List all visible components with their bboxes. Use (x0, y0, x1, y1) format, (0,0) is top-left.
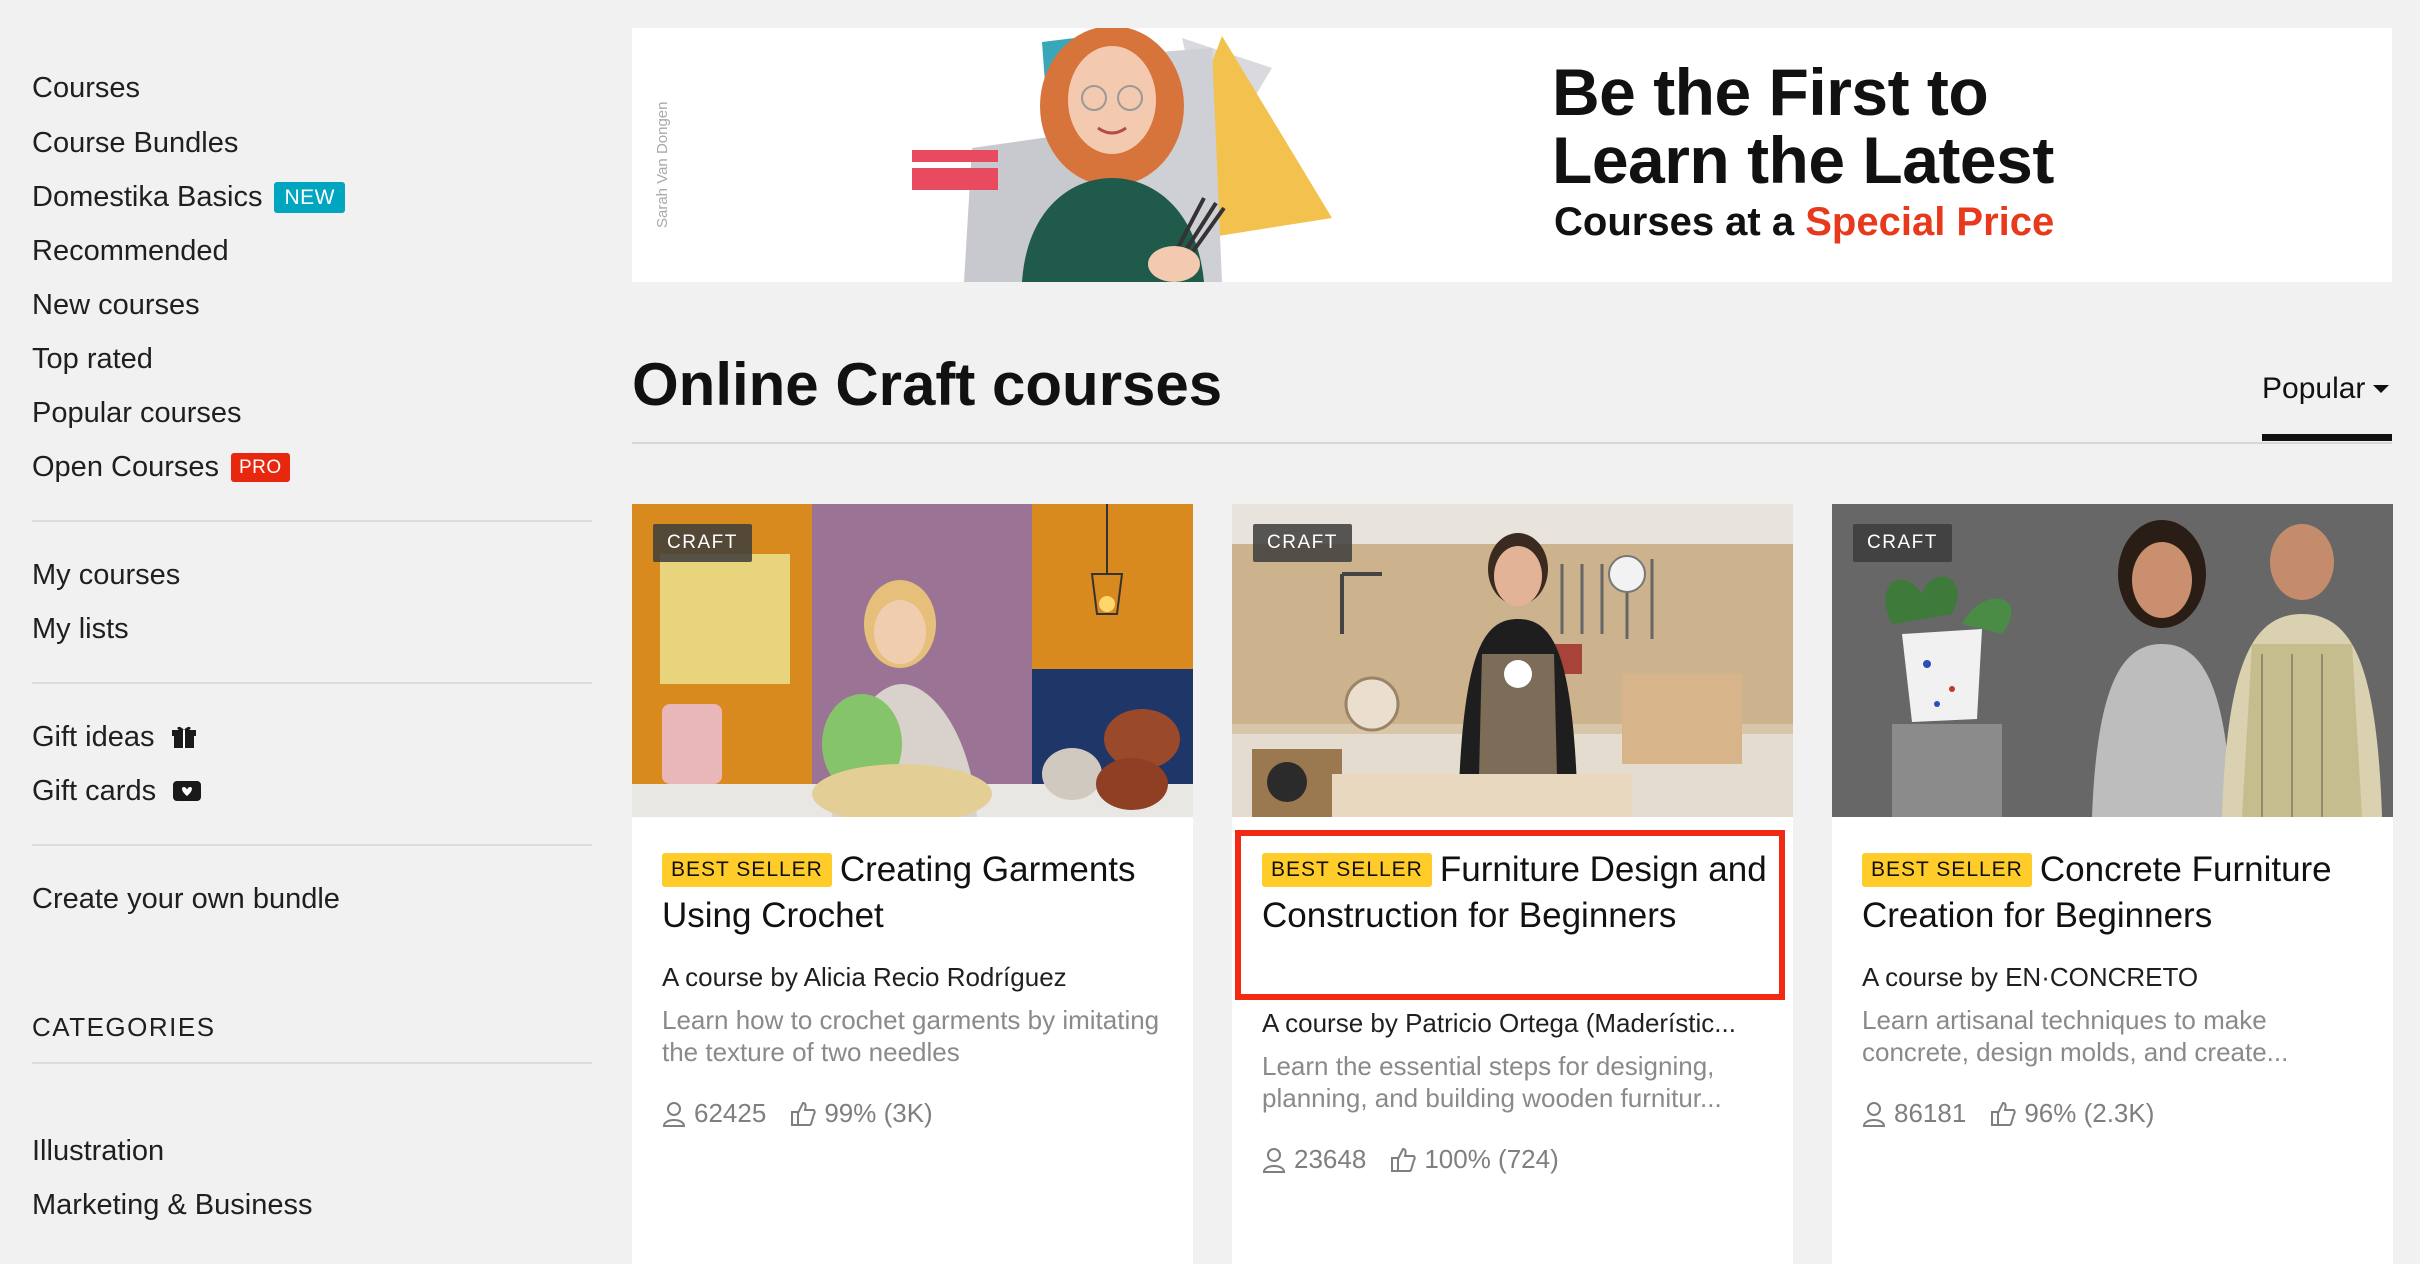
thumbs-up-icon (791, 1101, 816, 1126)
sidebar-item-label: Marketing & Business (32, 1188, 313, 1221)
sidebar-item-recommended[interactable]: Recommended (32, 231, 229, 271)
sidebar-item-new-courses[interactable]: New courses (32, 285, 200, 325)
sidebar-item-domestika-basics[interactable]: Domestika Basics NEW (32, 177, 345, 217)
gift-icon (171, 724, 197, 750)
sidebar-item-label: Illustration (32, 1134, 165, 1167)
promo-banner[interactable]: Sarah Van Dongen Be the First to Learn t… (632, 28, 2392, 282)
sidebar-item-label: My courses (32, 558, 181, 591)
rating-value: 100% (724) (1424, 1144, 1559, 1174)
rating-stat: 100% (724) (1390, 1144, 1559, 1175)
sidebar-item-courses[interactable]: Courses (32, 68, 140, 108)
students-stat: 62425 (662, 1098, 766, 1129)
sidebar-item-label: Create your own bundle (32, 882, 340, 915)
sidebar-item-top-rated[interactable]: Top rated (32, 339, 153, 379)
pro-badge: PRO (231, 452, 290, 482)
thumbs-up-icon (1391, 1147, 1416, 1172)
course-author[interactable]: A course by Patricio Ortega (Maderístic.… (1262, 1008, 1777, 1039)
course-description: Learn how to crochet garments by imitati… (662, 1005, 1160, 1067)
banner-subheadline: Courses at a Special Price (1554, 200, 2054, 245)
caret-down-icon (2373, 385, 2390, 393)
sort-active-indicator (2262, 434, 2392, 441)
sidebar-item-label: Course Bundles (32, 126, 239, 159)
course-thumbnail[interactable]: CRAFT (1832, 504, 2393, 817)
user-icon (1262, 1147, 1286, 1173)
sidebar-item-label: Top rated (32, 342, 153, 375)
course-author[interactable]: A course by Alicia Recio Rodríguez (662, 962, 1177, 993)
sidebar-divider (32, 682, 592, 684)
rating-stat: 99% (3K) (790, 1098, 933, 1129)
banner-sub-prefix: Courses at a (1554, 200, 1795, 244)
sidebar-item-create-bundle[interactable]: Create your own bundle (32, 879, 340, 919)
user-icon (1862, 1101, 1886, 1127)
title-divider (632, 442, 2392, 444)
course-title[interactable]: BEST SELLER Furniture Design and Construc… (1262, 847, 1772, 939)
sidebar-item-label: Courses (32, 71, 140, 104)
banner-headline-line2: Learn the Latest (1552, 123, 2054, 197)
sidebar-item-label: New courses (32, 288, 200, 321)
banner-sub-accent: Special Price (1805, 200, 2055, 244)
students-count: 86181 (1894, 1098, 1967, 1128)
course-description: Learn artisanal techniques to make concr… (1862, 1005, 2289, 1067)
course-stats: 86181 96% (2.3K) (1862, 1098, 2154, 1129)
sidebar-item-label: Open Courses (32, 450, 219, 483)
banner-headline: Be the First to Learn the Latest (1552, 58, 2054, 194)
students-stat: 86181 (1862, 1098, 1966, 1129)
course-author[interactable]: A course by EN·CONCRETO (1862, 962, 2377, 993)
sidebar-item-label: Gift cards (32, 774, 157, 807)
sidebar-item-label: Recommended (32, 234, 229, 267)
best-seller-badge: BEST SELLER (1862, 853, 2032, 887)
gift-card-icon (172, 779, 202, 803)
sidebar-item-illustration[interactable]: Illustration (32, 1131, 164, 1171)
banner-illustration (912, 28, 1332, 282)
students-count: 62425 (694, 1098, 767, 1128)
category-tag: CRAFT (1853, 524, 1952, 562)
rating-value: 99% (3K) (824, 1098, 933, 1128)
sidebar-item-popular-courses[interactable]: Popular courses (32, 393, 242, 433)
page-title: Online Craft courses (632, 351, 1223, 418)
sidebar-item-open-courses[interactable]: Open Courses PRO (32, 447, 290, 487)
students-count: 23648 (1294, 1144, 1367, 1174)
course-stats: 62425 99% (3K) (662, 1098, 933, 1129)
sidebar-item-label: My lists (32, 612, 129, 645)
sidebar: Courses Course Bundles Domestika Basics N… (0, 0, 610, 1246)
sort-dropdown[interactable]: Popular (2262, 372, 2390, 406)
rating-stat: 96% (2.3K) (1990, 1098, 2154, 1129)
course-stats: 23648 100% (724) (1262, 1144, 1559, 1175)
categories-title: CATEGORIES (32, 1012, 216, 1042)
sidebar-item-my-lists[interactable]: My lists (32, 609, 129, 649)
sort-label: Popular (2262, 372, 2366, 405)
sidebar-divider (32, 520, 592, 522)
students-stat: 23648 (1262, 1144, 1366, 1175)
course-description: Learn the essential steps for designing,… (1262, 1051, 1722, 1113)
sidebar-item-label: Popular courses (32, 396, 242, 429)
best-seller-badge: BEST SELLER (1262, 853, 1432, 887)
course-card[interactable]: CRAFT BEST SELLER Furniture Design and Co… (1232, 504, 1793, 1264)
banner-photo-credit: Sarah Van Dongen (654, 101, 671, 228)
course-title[interactable]: BEST SELLER Creating Garments Using Croch… (662, 847, 1172, 939)
course-thumbnail[interactable]: CRAFT (632, 504, 1193, 817)
course-card[interactable]: CRAFT BEST SELLER Creating Garments Using… (632, 504, 1193, 1264)
course-thumbnail[interactable]: CRAFT (1232, 504, 1793, 817)
new-badge: NEW (274, 181, 345, 213)
best-seller-badge: BEST SELLER (662, 853, 832, 887)
banner-headline-line1: Be the First to (1552, 55, 1989, 129)
course-title[interactable]: BEST SELLER Concrete Furniture Creation f… (1862, 847, 2372, 939)
categories-divider (32, 1062, 592, 1064)
sidebar-item-course-bundles[interactable]: Course Bundles (32, 123, 238, 163)
sidebar-divider (32, 844, 592, 846)
sidebar-item-marketing-business[interactable]: Marketing & Business (32, 1185, 312, 1225)
sidebar-item-gift-cards[interactable]: Gift cards (32, 771, 202, 811)
category-tag: CRAFT (1253, 524, 1352, 562)
sidebar-item-gift-ideas[interactable]: Gift ideas (32, 717, 197, 757)
sidebar-item-my-courses[interactable]: My courses (32, 555, 180, 595)
user-icon (662, 1101, 686, 1127)
sidebar-item-label: Domestika Basics (32, 180, 263, 213)
category-tag: CRAFT (653, 524, 752, 562)
sidebar-item-label: Gift ideas (32, 720, 155, 753)
rating-value: 96% (2.3K) (2024, 1098, 2155, 1128)
thumbs-up-icon (1991, 1101, 2016, 1126)
course-card[interactable]: CRAFT BEST SELLER Concrete Furniture Crea… (1832, 504, 2393, 1264)
